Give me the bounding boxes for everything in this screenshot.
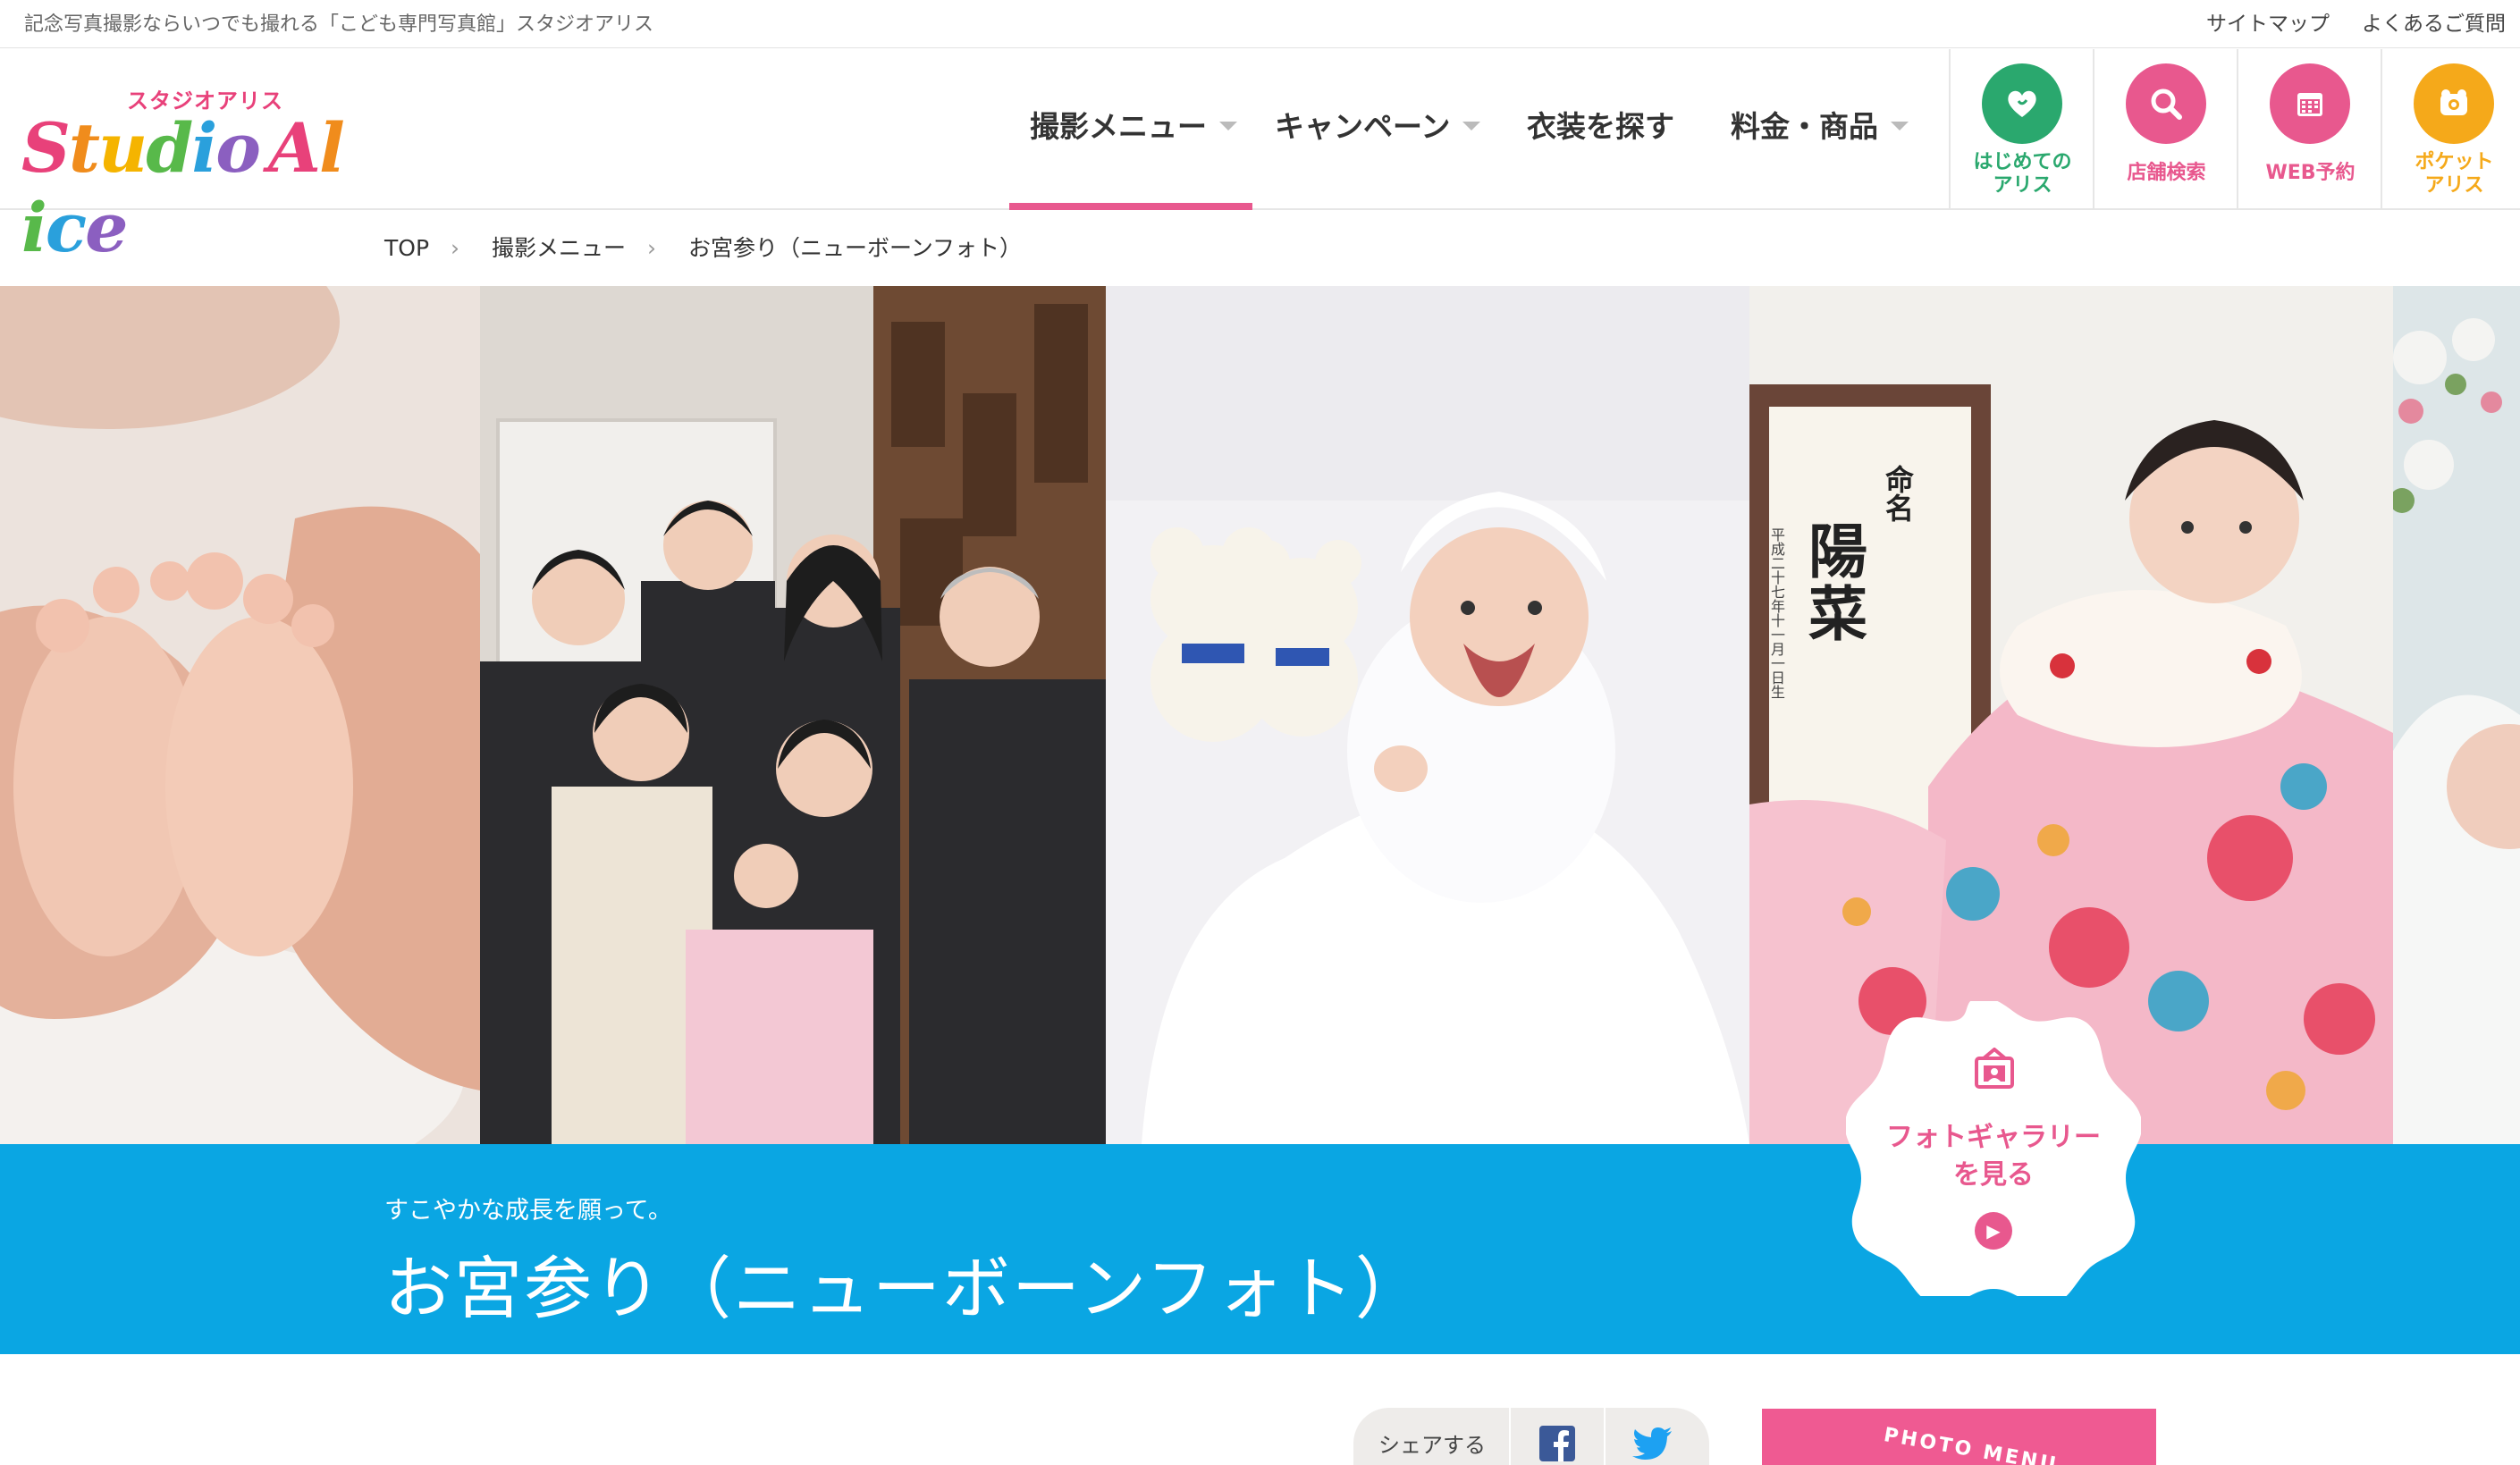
gallery-label-line1: フォトギャラリー [1886, 1122, 2101, 1153]
logo-wordmark: Studio Alice [21, 108, 345, 267]
page-title: お宮参り（ニューボーンフォト） [384, 1249, 1425, 1328]
breadcrumb-top[interactable]: TOP [384, 235, 429, 261]
nav-campaign[interactable]: キャンペーン [1275, 103, 1481, 208]
chevron-right-icon: › [451, 235, 460, 261]
site-tagline: 記念写真撮影ならいつでも撮れる「こども専門写真館」スタジオアリス [24, 13, 654, 36]
photo-menu-tab[interactable]: PHOTO MENU [1762, 1409, 2156, 1465]
shortcut-pocket-alice[interactable]: ポケット アリス [2381, 49, 2520, 210]
faq-link[interactable]: よくあるご質問 [2362, 6, 2506, 37]
shortcut-web-reservation[interactable]: WEB予約 [2237, 49, 2381, 210]
hero-photo-family [480, 286, 1106, 1144]
hero-photo-baby-feet [0, 286, 480, 1144]
share-bar: シェアする [1353, 1408, 1709, 1465]
page-title-band: すこやかな成長を願って。 お宮参り（ニューボーンフォト） [0, 1144, 2520, 1354]
sitemap-link[interactable]: サイトマップ [2206, 6, 2330, 37]
page-lead: すこやかな成長を願って。 [384, 1197, 672, 1225]
gallery-icon [1971, 1047, 2018, 1094]
heart-icon [1982, 63, 2062, 144]
gallery-label-line2: を見る [1953, 1159, 2034, 1191]
breadcrumb-shooting-menu[interactable]: 撮影メニュー [492, 235, 626, 261]
breadcrumb-current: お宮参り（ニューボーンフォト） [688, 235, 1023, 261]
studio-alice-logo[interactable]: スタジオアリス Studio Alice [21, 83, 345, 267]
nav-shooting-menu[interactable]: 撮影メニュー [1030, 103, 1237, 208]
share-label: シェアする [1378, 1433, 1486, 1458]
twitter-icon [1632, 1427, 1672, 1460]
nav-price-products[interactable]: 料金・商品 [1731, 103, 1909, 208]
photo-gallery-button[interactable]: フォトギャラリー を見る ▶ [1846, 1001, 2141, 1296]
chevron-right-icon: ▶ [1975, 1212, 2012, 1250]
active-nav-indicator [1009, 203, 1252, 210]
facebook-share-button[interactable] [1509, 1408, 1604, 1465]
name-plate-label: 命名 [1881, 465, 1915, 522]
facebook-icon [1539, 1426, 1575, 1461]
hero-photo-partial [2393, 286, 2520, 1144]
nav-find-costume[interactable]: 衣装を探す [1527, 103, 1674, 208]
calendar-icon [2270, 63, 2350, 144]
name-plate-date: 平成二十七年十一月一日生 [1768, 527, 1785, 699]
site-header: スタジオアリス Studio Alice 撮影メニュー キャンペーン 衣装を探す … [0, 49, 2520, 267]
hero-photo-baby-white-dress [1106, 286, 1749, 1144]
search-icon [2126, 63, 2206, 144]
shortcut-first-time[interactable]: はじめての アリス [1949, 49, 2093, 210]
hero-photo-collage: 命名 陽菜 平成二十七年十一月一日生 [0, 286, 2520, 1144]
shortcut-store-search[interactable]: 店舗検索 [2093, 49, 2237, 210]
top-utility-bar: 記念写真撮影ならいつでも撮れる「こども専門写真館」スタジオアリス サイトマップ … [0, 0, 2520, 48]
breadcrumb: TOP › 撮影メニュー › お宮参り（ニューボーンフォト） [384, 231, 1043, 263]
bear-icon [2414, 63, 2494, 144]
twitter-share-button[interactable] [1604, 1408, 1698, 1465]
photo-menu-label: PHOTO MENU [1882, 1424, 2061, 1465]
chevron-right-icon: › [647, 235, 657, 261]
name-plate-name: 陽菜 [1799, 520, 1868, 645]
